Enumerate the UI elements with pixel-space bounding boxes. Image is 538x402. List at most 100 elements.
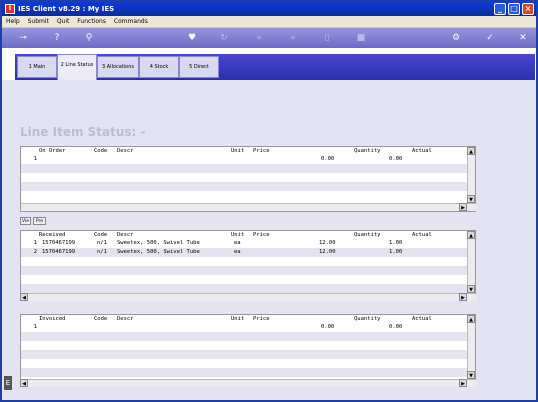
menu-functions[interactable]: Functions bbox=[77, 18, 106, 25]
tab-line-status[interactable]: 2 Line Status bbox=[57, 54, 97, 80]
search-icon[interactable]: ⚲ bbox=[82, 31, 96, 45]
gear-icon[interactable]: ⚙ bbox=[449, 31, 463, 45]
on-order-grid: On Order Code Descr Unit Price Quantity … bbox=[20, 146, 477, 212]
vertical-scrollbar[interactable]: ▲ ▼ bbox=[467, 231, 475, 293]
menu-bar: Help Submit Quit Functions Commands bbox=[2, 16, 536, 28]
col-price: Price bbox=[253, 148, 270, 154]
ok-icon[interactable]: ✓ bbox=[483, 31, 497, 45]
page-title: Line Item Status: - bbox=[20, 125, 146, 139]
col-on-order: On Order bbox=[39, 148, 66, 154]
view-button[interactable]: Vie bbox=[20, 217, 31, 225]
row-unit: ea bbox=[234, 249, 241, 255]
table-row[interactable] bbox=[21, 275, 467, 284]
scroll-right-icon[interactable]: ▶ bbox=[459, 203, 467, 211]
heart-icon[interactable]: ♥ bbox=[185, 31, 199, 45]
tab-strip: 1 Main 2 Line Status 3 Allocations 4 Sto… bbox=[2, 48, 536, 80]
menu-submit[interactable]: Submit bbox=[28, 18, 49, 25]
tab-stock[interactable]: 4 Stock bbox=[139, 56, 179, 78]
col-quantity: Quantity bbox=[354, 316, 381, 322]
col-price: Price bbox=[253, 232, 270, 238]
table-row[interactable] bbox=[21, 350, 467, 359]
received-grid: Received Code Descr Unit Price Quantity … bbox=[20, 230, 477, 301]
scroll-up-icon[interactable]: ▲ bbox=[467, 147, 475, 155]
doc-icon[interactable]: ▯ bbox=[320, 31, 334, 45]
table-row[interactable] bbox=[21, 266, 467, 275]
col-actual: Actual bbox=[412, 316, 432, 322]
table-row[interactable] bbox=[21, 359, 467, 368]
vertical-scrollbar[interactable]: ▲ ▼ bbox=[467, 315, 475, 379]
col-quantity: Quantity bbox=[354, 148, 381, 154]
scroll-up-icon[interactable]: ▲ bbox=[467, 315, 475, 323]
scroll-left-icon[interactable]: ◀ bbox=[20, 379, 28, 387]
scroll-down-icon[interactable]: ▼ bbox=[467, 195, 475, 203]
key-icon[interactable]: ⊸ bbox=[12, 31, 34, 45]
table-row[interactable] bbox=[21, 191, 467, 200]
table-row[interactable] bbox=[21, 173, 467, 182]
horizontal-scrollbar[interactable]: ◀ ▶ bbox=[20, 293, 477, 301]
row-number: 1 bbox=[33, 240, 37, 246]
refresh-icon[interactable]: ↻ bbox=[217, 31, 231, 45]
content-area: Line Item Status: - On Order Code Descr … bbox=[2, 80, 536, 400]
col-received: Received bbox=[39, 232, 66, 238]
table-row[interactable]: 1 1570467199 n/1 Sweetex, 500, Swivel Tu… bbox=[21, 239, 467, 248]
forward-icon[interactable]: » bbox=[286, 31, 300, 45]
col-unit: Unit bbox=[231, 148, 245, 154]
tab-allocations[interactable]: 3 Allocations bbox=[97, 56, 139, 78]
scroll-right-icon[interactable]: ▶ bbox=[459, 379, 467, 387]
previous-button[interactable]: Pre bbox=[33, 217, 46, 225]
menu-commands[interactable]: Commands bbox=[114, 18, 148, 25]
scroll-up-icon[interactable]: ▲ bbox=[467, 231, 475, 239]
maximize-icon[interactable]: □ bbox=[508, 3, 520, 15]
tab-direct[interactable]: 5 Direct bbox=[179, 56, 219, 78]
row-item-id: 1570467199 bbox=[42, 249, 76, 255]
table-row[interactable] bbox=[21, 257, 467, 266]
row-quantity: 1.00 bbox=[389, 240, 403, 246]
col-unit: Unit bbox=[231, 316, 245, 322]
side-handle-icon[interactable]: E bbox=[4, 376, 12, 390]
stop-icon[interactable]: ■ bbox=[354, 31, 368, 45]
row-number: 2 bbox=[33, 249, 37, 255]
col-code: Code bbox=[94, 148, 108, 154]
row-quantity: 0.00 bbox=[389, 324, 403, 330]
col-price: Price bbox=[253, 316, 270, 322]
scroll-left-icon[interactable]: ◀ bbox=[20, 293, 28, 301]
col-descr: Descr bbox=[117, 232, 134, 238]
row-unit: ea bbox=[234, 240, 241, 246]
table-row[interactable]: 1 0.00 0.00 bbox=[21, 155, 467, 164]
row-price: 0.00 bbox=[321, 156, 335, 162]
minimize-icon[interactable]: _ bbox=[494, 3, 506, 15]
row-quantity: 1.00 bbox=[389, 249, 403, 255]
cancel-icon[interactable]: ✕ bbox=[516, 31, 530, 45]
row-price: 12.00 bbox=[319, 249, 336, 255]
help-icon[interactable]: ? bbox=[50, 31, 64, 45]
close-icon[interactable]: × bbox=[522, 3, 534, 15]
row-number: 1 bbox=[33, 324, 37, 330]
row-number: 1 bbox=[33, 156, 37, 162]
table-row[interactable] bbox=[21, 182, 467, 191]
col-descr: Descr bbox=[117, 148, 134, 154]
table-row[interactable] bbox=[21, 332, 467, 341]
col-code: Code bbox=[94, 316, 108, 322]
menu-quit[interactable]: Quit bbox=[57, 18, 70, 25]
table-row[interactable] bbox=[21, 284, 467, 293]
table-row[interactable]: 1 0.00 0.00 bbox=[21, 323, 467, 332]
scroll-down-icon[interactable]: ▼ bbox=[467, 371, 475, 379]
table-row[interactable] bbox=[21, 164, 467, 173]
col-quantity: Quantity bbox=[354, 232, 381, 238]
col-unit: Unit bbox=[231, 232, 245, 238]
horizontal-scrollbar[interactable]: ▶ bbox=[21, 203, 477, 211]
col-actual: Actual bbox=[412, 148, 432, 154]
tab-main[interactable]: 1 Main bbox=[17, 56, 57, 78]
grid-header: On Order Code Descr Unit Price Quantity … bbox=[21, 147, 467, 155]
scroll-right-icon[interactable]: ▶ bbox=[459, 293, 467, 301]
rewind-icon[interactable]: « bbox=[252, 31, 266, 45]
row-descr: Sweetex, 500, Swivel Tube bbox=[117, 249, 200, 255]
horizontal-scrollbar[interactable]: ◀ ▶ bbox=[20, 379, 477, 387]
table-row[interactable]: 2 1570467199 n/1 Sweetex, 500, Swivel Tu… bbox=[21, 248, 467, 257]
table-row[interactable] bbox=[21, 368, 467, 377]
table-row[interactable] bbox=[21, 341, 467, 350]
invoiced-grid: Invoiced Code Descr Unit Price Quantity … bbox=[20, 314, 477, 387]
menu-help[interactable]: Help bbox=[6, 18, 20, 25]
vertical-scrollbar[interactable]: ▲ ▼ bbox=[467, 147, 475, 203]
scroll-down-icon[interactable]: ▼ bbox=[467, 285, 475, 293]
